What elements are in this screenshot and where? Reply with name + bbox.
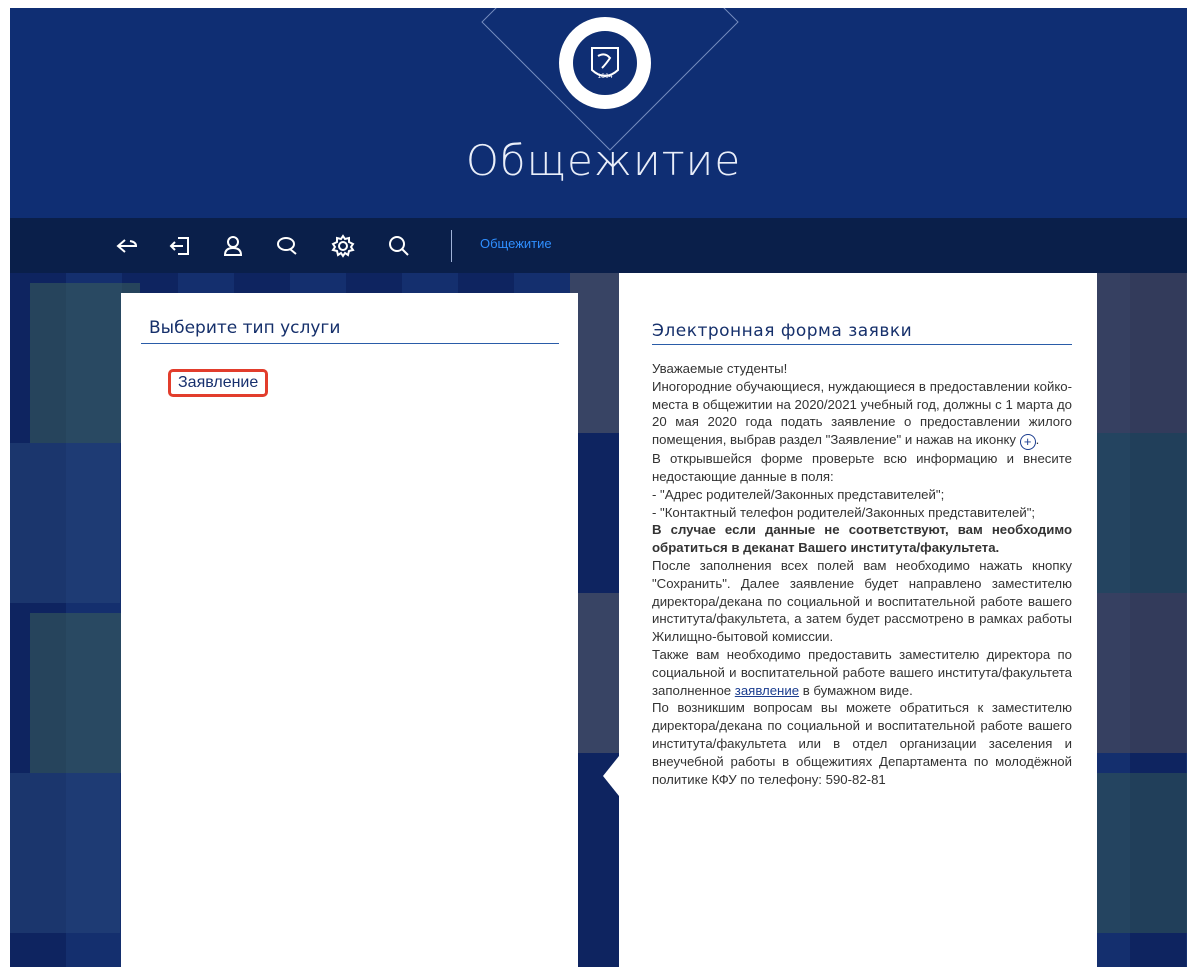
back-icon: [116, 239, 138, 253]
logout-icon: [169, 237, 189, 255]
site-header: 1804 Общежитие: [10, 8, 1187, 218]
application-service-link[interactable]: Заявление: [168, 369, 269, 397]
form-check-text: В открывшейся форме проверьте всю информ…: [652, 451, 1072, 484]
heading-underline: [141, 343, 559, 344]
toolbar-separator: [451, 230, 452, 262]
settings-button[interactable]: [328, 231, 358, 261]
back-button[interactable]: [112, 231, 142, 261]
page-title: Общежитие: [465, 136, 742, 185]
instructions-text: Иногородние обучающиеся, нуждающиеся в п…: [652, 378, 1072, 448]
greeting-text: Уважаемые студенты!: [652, 361, 788, 376]
profile-icon: [223, 236, 243, 256]
after-save-text: После заполнения всех полей вам необходи…: [652, 557, 1072, 645]
paper-application-end: в бумажном виде.: [802, 682, 913, 698]
toolbar: Общежитие: [10, 218, 1187, 273]
profile-button[interactable]: [218, 231, 248, 261]
warning-text: В случае если данные не соответствуют, в…: [652, 522, 1072, 556]
messages-icon: [277, 237, 297, 255]
info-text: Уважаемые студенты! Иногородние обучающи…: [652, 360, 1072, 788]
university-logo[interactable]: 1804: [550, 8, 660, 118]
search-button[interactable]: [384, 231, 414, 261]
svg-text:1804: 1804: [597, 73, 612, 80]
application-form-link[interactable]: заявление: [735, 683, 799, 698]
settings-icon: [331, 234, 355, 258]
heading-underline: [652, 344, 1072, 345]
contact-text: По возникшим вопросам вы можете обратить…: [652, 700, 1072, 787]
add-circle-icon: +: [1019, 434, 1036, 451]
service-type-panel: Выберите тип услуги Заявление: [121, 293, 578, 967]
application-info-panel: Электронная форма заявки Уважаемые студе…: [603, 273, 1097, 967]
instructions-end: .: [1035, 432, 1040, 448]
logout-button[interactable]: [165, 231, 195, 261]
panel-pointer: [603, 756, 619, 796]
breadcrumb[interactable]: Общежитие: [480, 236, 552, 251]
search-icon: [389, 236, 409, 256]
paper-application-text: Также вам необходимо предоставить замест…: [652, 646, 1072, 699]
info-heading: Электронная форма заявки: [652, 321, 913, 341]
instructions-paragraph: Иногородние обучающиеся, нуждающиеся в п…: [652, 378, 1072, 451]
messages-button[interactable]: [272, 231, 302, 261]
field-item: - "Адрес родителей/Законных представител…: [652, 486, 945, 502]
service-type-heading: Выберите тип услуги: [149, 318, 341, 338]
field-item: - "Контактный телефон родителей/Законных…: [652, 504, 1036, 520]
